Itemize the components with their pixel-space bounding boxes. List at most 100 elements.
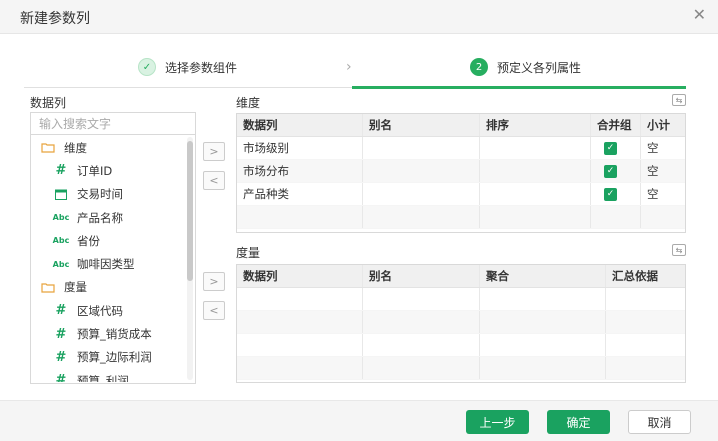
settings-icon[interactable]: ⇆ xyxy=(672,244,686,256)
merge-checkbox[interactable]: ✓ xyxy=(604,164,617,178)
header-cell: 合并组 xyxy=(591,114,641,136)
tree-item[interactable]: # 预算_边际利润 xyxy=(31,346,186,369)
active-step-underline xyxy=(352,86,686,89)
cancel-button[interactable]: 取消 xyxy=(628,410,691,434)
hash-icon: # xyxy=(55,303,67,319)
empty-cell xyxy=(480,311,606,333)
merge-checkbox[interactable]: ✓ xyxy=(604,141,617,155)
chevron-right-icon: > xyxy=(209,275,219,288)
tree-item[interactable]: # 订单ID xyxy=(31,159,186,182)
empty-cell xyxy=(363,206,480,228)
abc-icon: Abc xyxy=(52,236,70,246)
subtotal-cell[interactable]: 空 xyxy=(641,137,685,159)
close-icon[interactable]: ✕ xyxy=(693,5,706,24)
alias-cell[interactable] xyxy=(363,137,480,159)
empty-cell xyxy=(641,206,685,228)
alias-cell[interactable] xyxy=(363,183,480,205)
subtotal-cell[interactable]: 空 xyxy=(641,160,685,182)
empty-cell xyxy=(480,357,606,379)
column-name-cell: 产品种类 xyxy=(237,183,363,205)
remove-from-dimension-button[interactable]: < xyxy=(203,171,225,190)
sort-cell[interactable] xyxy=(480,137,591,159)
tree-scrollbar[interactable] xyxy=(187,137,193,380)
data-columns-title: 数据列 xyxy=(30,96,67,110)
tree-item[interactable]: 交易时间 xyxy=(31,183,186,206)
dimension-table: 数据列 别名 排序 合并组 小计 市场级别 ✓ 空 市场分布 ✓ 空 产品种类 … xyxy=(236,113,686,233)
empty-cell xyxy=(591,206,641,228)
tree-item[interactable]: # 预算_销货成本 xyxy=(31,322,186,345)
empty-cell xyxy=(480,288,606,310)
measure-title: 度量 xyxy=(236,246,261,260)
table-row[interactable]: 市场分布 ✓ 空 xyxy=(237,160,685,183)
header-cell: 数据列 xyxy=(237,265,363,287)
tree-item[interactable]: # 预算_利润 xyxy=(31,369,186,382)
tree-item[interactable]: # 区域代码 xyxy=(31,299,186,322)
abc-icon: Abc xyxy=(52,259,70,269)
table-header: 数据列 别名 排序 合并组 小计 xyxy=(237,114,685,137)
tree-item[interactable]: Abc 产品名称 xyxy=(31,206,186,229)
tree-item[interactable]: Abc 咖啡因类型 xyxy=(31,252,186,275)
chevron-left-icon: < xyxy=(209,304,219,317)
empty-cell xyxy=(363,288,480,310)
tree-item[interactable]: Abc 省份 xyxy=(31,229,186,252)
settings-icon[interactable]: ⇆ xyxy=(672,94,686,106)
tree-item-label: 咖啡因类型 xyxy=(77,257,135,272)
field-tree: 维度 # 订单ID 交易时间 Abc 产品名称 Abc 省份 Abc 咖啡因类型 xyxy=(31,136,186,382)
chevron-left-icon: < xyxy=(209,174,219,187)
add-to-measure-button[interactable]: > xyxy=(203,272,225,291)
tree-group-dimension[interactable]: 维度 xyxy=(31,136,186,159)
header-cell: 别名 xyxy=(363,114,480,136)
merge-cell: ✓ xyxy=(591,137,641,159)
empty-cell xyxy=(363,334,480,356)
remove-from-measure-button[interactable]: < xyxy=(203,301,225,320)
subtotal-cell[interactable]: 空 xyxy=(641,183,685,205)
tree-group-measure[interactable]: 度量 xyxy=(31,276,186,299)
header-cell: 数据列 xyxy=(237,114,363,136)
tree-item-label: 预算_利润 xyxy=(77,373,129,382)
table-row[interactable]: 市场级别 ✓ 空 xyxy=(237,137,685,160)
table-header: 数据列 别名 聚合 汇总依据 xyxy=(237,265,685,288)
sort-cell[interactable] xyxy=(480,160,591,182)
hash-icon: # xyxy=(55,163,67,179)
search-input[interactable] xyxy=(31,113,195,135)
data-columns-panel: 维度 # 订单ID 交易时间 Abc 产品名称 Abc 省份 Abc 咖啡因类型 xyxy=(30,112,196,384)
empty-cell xyxy=(480,334,606,356)
confirm-button[interactable]: 确定 xyxy=(547,410,610,434)
header-cell: 别名 xyxy=(363,265,480,287)
step-indicator: ✓ 选择参数组件 › 2 预定义各列属性 xyxy=(24,50,686,89)
tree-item-label: 区域代码 xyxy=(77,303,123,318)
dimension-title: 维度 xyxy=(236,96,261,110)
table-row[interactable]: 产品种类 ✓ 空 xyxy=(237,183,685,206)
hash-icon: # xyxy=(55,326,67,342)
tree-item-label: 交易时间 xyxy=(77,187,123,202)
column-name-cell: 市场级别 xyxy=(237,137,363,159)
add-to-dimension-button[interactable]: > xyxy=(203,142,225,161)
empty-cell xyxy=(237,311,363,333)
merge-checkbox[interactable]: ✓ xyxy=(604,187,617,201)
sort-cell[interactable] xyxy=(480,183,591,205)
hash-icon: # xyxy=(55,349,67,365)
empty-row xyxy=(237,288,685,311)
scroll-thumb[interactable] xyxy=(187,141,193,281)
tree-group-label: 维度 xyxy=(64,140,87,155)
empty-cell xyxy=(237,357,363,379)
empty-row xyxy=(237,311,685,334)
folder-icon xyxy=(40,282,56,293)
step-predefine-columns[interactable]: 2 预定义各列属性 xyxy=(470,58,581,76)
empty-cell xyxy=(237,334,363,356)
empty-cell xyxy=(606,288,685,310)
empty-row xyxy=(237,206,685,229)
previous-step-button[interactable]: 上一步 xyxy=(466,410,529,434)
step-select-component[interactable]: ✓ 选择参数组件 xyxy=(138,58,237,76)
empty-cell xyxy=(363,311,480,333)
calendar-icon xyxy=(53,189,69,200)
tree-item-label: 订单ID xyxy=(77,163,113,178)
alias-cell[interactable] xyxy=(363,160,480,182)
tree-group-label: 度量 xyxy=(64,280,87,295)
header-cell: 排序 xyxy=(480,114,591,136)
header-cell: 汇总依据 xyxy=(612,269,658,283)
measure-table: 数据列 别名 聚合 汇总依据 xyxy=(236,264,686,383)
column-name-cell: 市场分布 xyxy=(237,160,363,182)
empty-cell xyxy=(606,334,685,356)
empty-cell xyxy=(237,206,363,228)
